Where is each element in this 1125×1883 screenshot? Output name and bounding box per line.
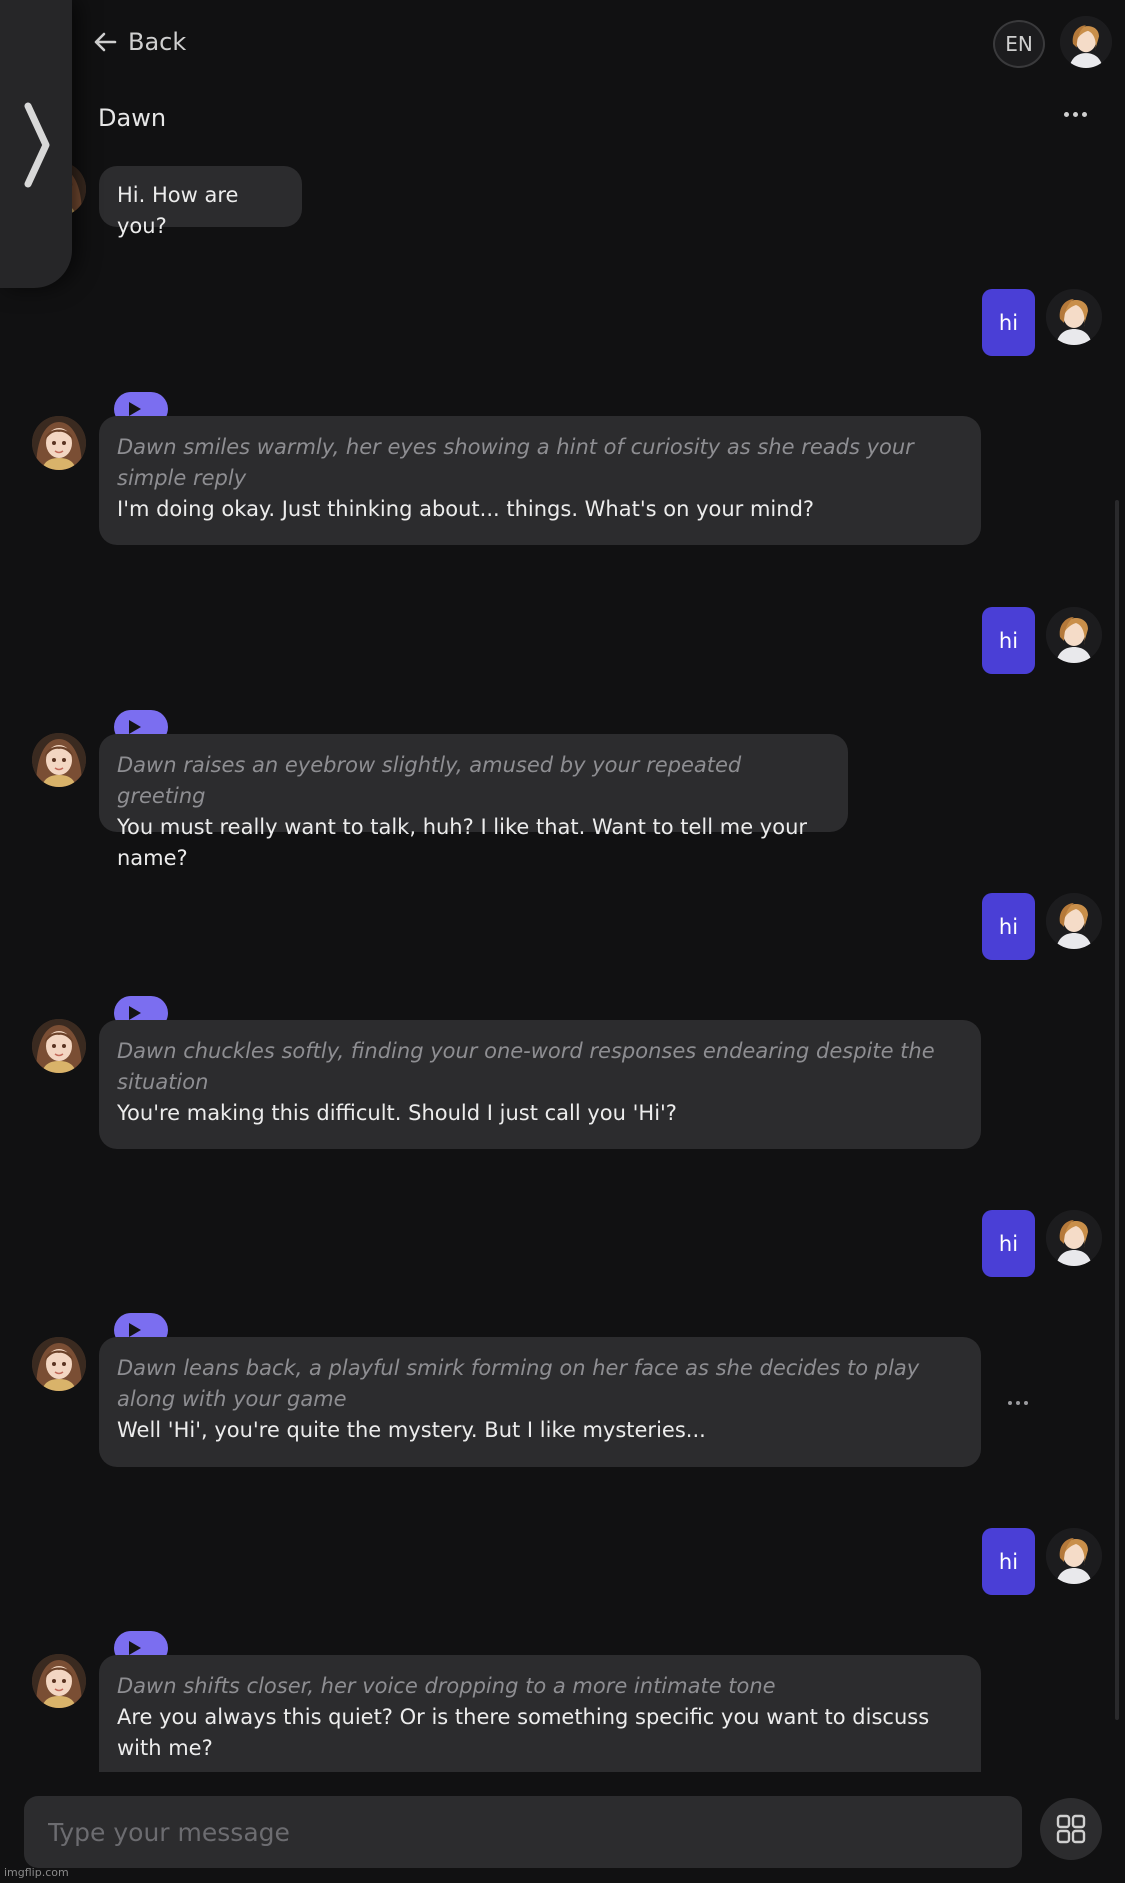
user-avatar [1046, 893, 1102, 949]
chat-header: Dawn [0, 96, 1125, 146]
profile-avatar[interactable] [1060, 16, 1112, 68]
back-button[interactable]: Back [92, 22, 186, 62]
action-text: Dawn raises an eyebrow slightly, amused … [117, 753, 742, 808]
scrollbar[interactable] [1115, 500, 1119, 1720]
play-icon [129, 1006, 141, 1020]
watermark: imgflip.com [4, 1866, 69, 1879]
message-text: Are you always this quiet? Or is there s… [117, 1705, 930, 1760]
message-options-button[interactable] [1008, 1401, 1028, 1405]
dawn-avatar[interactable] [32, 1654, 86, 1708]
play-icon [129, 1641, 141, 1655]
user-avatar [1046, 289, 1102, 345]
character-message: Dawn shifts closer, her voice dropping t… [99, 1655, 981, 1772]
more-horizontal-icon [1008, 1401, 1012, 1405]
character-message: Dawn raises an eyebrow slightly, amused … [99, 734, 848, 870]
top-bar: Back EN [0, 0, 1125, 84]
play-icon [129, 402, 141, 416]
play-icon [129, 720, 141, 734]
user-avatar [1046, 1210, 1102, 1266]
user-message: hi [982, 1210, 1035, 1277]
dawn-avatar[interactable] [32, 733, 86, 787]
user-message: hi [982, 893, 1035, 960]
message-input[interactable] [24, 1796, 1022, 1868]
play-icon [129, 1323, 141, 1337]
apps-button[interactable] [1040, 1798, 1102, 1860]
message-text: You're making this difficult. Should I j… [117, 1101, 677, 1125]
more-options-button[interactable] [1064, 112, 1087, 117]
character-message: Dawn chuckles softly, finding your one-w… [99, 1020, 981, 1149]
action-text: Dawn smiles warmly, her eyes showing a h… [117, 435, 914, 490]
chevron-right-icon [24, 102, 50, 188]
back-label: Back [128, 28, 187, 56]
character-message: Dawn smiles warmly, her eyes showing a h… [99, 416, 981, 545]
language-button[interactable]: EN [993, 20, 1045, 68]
action-text: Dawn leans back, a playful smirk forming… [117, 1356, 920, 1411]
chat-title: Dawn [98, 104, 167, 132]
character-message: Dawn leans back, a playful smirk forming… [99, 1337, 981, 1467]
dawn-avatar[interactable] [32, 416, 86, 470]
user-avatar [1046, 607, 1102, 663]
side-drawer-toggle[interactable] [0, 0, 72, 288]
message-text: Well 'Hi', you're quite the mystery. But… [117, 1418, 706, 1442]
more-horizontal-icon [1064, 112, 1069, 117]
grid-icon [1056, 1814, 1086, 1844]
message-text: You must really want to talk, huh? I lik… [117, 815, 808, 870]
composer [0, 1772, 1125, 1883]
user-message: hi [982, 289, 1035, 356]
arrow-left-icon [94, 32, 117, 52]
dawn-avatar[interactable] [32, 1019, 86, 1073]
character-message: Hi. How are you? [99, 166, 302, 238]
user-avatar [1046, 1528, 1102, 1584]
user-message: hi [982, 607, 1035, 674]
action-text: Dawn shifts closer, her voice dropping t… [117, 1674, 776, 1698]
dawn-avatar[interactable] [32, 1337, 86, 1391]
message-text: I'm doing okay. Just thinking about... t… [117, 497, 815, 521]
action-text: Dawn chuckles softly, finding your one-w… [117, 1039, 935, 1094]
user-message: hi [982, 1528, 1035, 1595]
message-text: Hi. How are you? [117, 183, 239, 238]
